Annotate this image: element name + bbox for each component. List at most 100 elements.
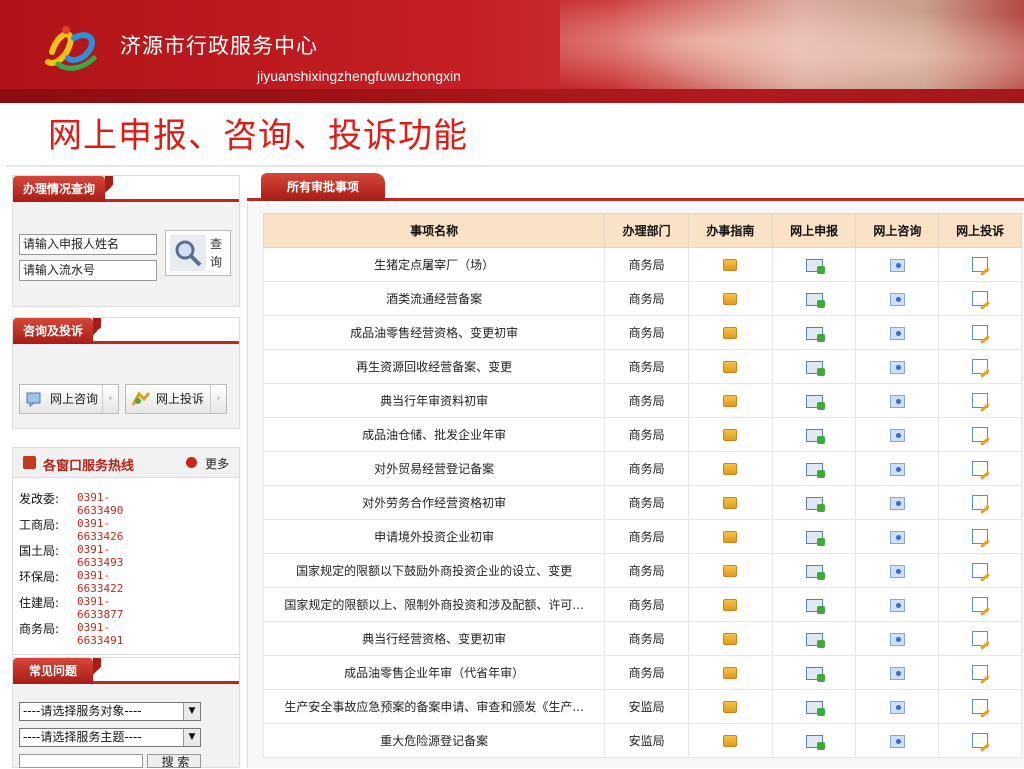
online-report-icon[interactable] — [805, 666, 825, 682]
online-report-cell[interactable] — [771, 451, 857, 486]
online-complain-icon[interactable] — [972, 495, 989, 510]
guide-icon[interactable] — [723, 259, 738, 271]
online-report-cell[interactable] — [771, 689, 857, 724]
chevron-down-icon[interactable]: ▼ — [183, 703, 200, 720]
guide-cell[interactable] — [687, 723, 773, 758]
online-consult-cell[interactable] — [855, 553, 940, 588]
guide-cell[interactable] — [687, 519, 773, 554]
online-consult-cell[interactable] — [855, 655, 940, 690]
applicant-name-input[interactable]: 请输入申报人姓名 — [19, 234, 157, 255]
online-complain-icon[interactable] — [972, 359, 989, 374]
item-name-link[interactable]: 成品油零售经营资格、变更初审 — [262, 315, 606, 350]
online-report-icon[interactable] — [805, 360, 825, 376]
guide-icon[interactable] — [723, 531, 738, 543]
guide-cell[interactable] — [687, 417, 773, 452]
online-consult-cell[interactable] — [855, 349, 940, 384]
online-report-icon[interactable] — [805, 394, 825, 410]
item-name-link[interactable]: 酒类流通经营备案 — [262, 281, 606, 316]
online-complain-cell[interactable] — [938, 519, 1022, 554]
online-report-icon[interactable] — [805, 258, 825, 274]
guide-icon[interactable] — [723, 735, 738, 747]
online-complain-icon[interactable] — [972, 257, 989, 272]
guide-icon[interactable] — [723, 599, 738, 611]
online-consult-icon[interactable] — [889, 326, 905, 340]
chevron-down-icon[interactable]: ▼ — [183, 729, 200, 746]
guide-cell[interactable] — [687, 247, 773, 282]
online-consult-cell[interactable] — [855, 383, 940, 418]
online-report-icon[interactable] — [805, 734, 825, 750]
serial-number-input[interactable]: 请输入流水号 — [19, 260, 157, 281]
guide-cell[interactable] — [687, 485, 773, 520]
guide-cell[interactable] — [687, 349, 773, 384]
online-report-cell[interactable] — [771, 247, 857, 282]
online-complain-icon[interactable] — [972, 733, 989, 748]
guide-cell[interactable] — [687, 281, 773, 316]
online-consult-button[interactable]: 网上咨询 › — [19, 384, 119, 414]
item-name-link[interactable]: 成品油仓储、批发企业年审 — [262, 417, 606, 452]
online-report-cell[interactable] — [771, 417, 857, 452]
online-report-icon[interactable] — [805, 496, 825, 512]
online-consult-cell[interactable] — [855, 417, 940, 452]
guide-cell[interactable] — [687, 621, 773, 656]
online-report-cell[interactable] — [771, 383, 857, 418]
item-name-link[interactable]: 申请境外投资企业初审 — [262, 519, 606, 554]
online-complain-cell[interactable] — [938, 315, 1022, 350]
guide-icon[interactable] — [723, 293, 738, 305]
online-complain-icon[interactable] — [972, 291, 989, 306]
online-consult-cell[interactable] — [855, 621, 940, 656]
guide-cell[interactable] — [687, 689, 773, 724]
online-report-cell[interactable] — [771, 349, 857, 384]
online-complain-button[interactable]: 网上投诉 › — [125, 384, 227, 414]
online-complain-icon[interactable] — [972, 563, 989, 578]
online-report-cell[interactable] — [771, 621, 857, 656]
online-complain-icon[interactable] — [972, 699, 989, 714]
guide-icon[interactable] — [723, 633, 738, 645]
online-report-icon[interactable] — [805, 292, 825, 308]
guide-icon[interactable] — [723, 327, 738, 339]
more-arrow-icon[interactable] — [186, 457, 197, 468]
online-complain-cell[interactable] — [938, 621, 1022, 656]
online-complain-cell[interactable] — [938, 281, 1022, 316]
online-consult-icon[interactable] — [889, 530, 905, 544]
online-complain-icon[interactable] — [972, 665, 989, 680]
item-name-link[interactable]: 对外劳务合作经营资格初审 — [262, 485, 606, 520]
online-complain-cell[interactable] — [938, 689, 1022, 724]
online-consult-icon[interactable] — [889, 258, 905, 272]
guide-cell[interactable] — [687, 655, 773, 690]
service-topic-select[interactable]: ----请选择服务主题---- ▼ — [19, 728, 201, 747]
online-consult-icon[interactable] — [889, 734, 905, 748]
online-complain-cell[interactable] — [938, 587, 1022, 622]
online-report-icon[interactable] — [805, 530, 825, 546]
online-consult-icon[interactable] — [889, 394, 905, 408]
online-complain-icon[interactable] — [972, 529, 989, 544]
online-consult-cell[interactable] — [855, 723, 940, 758]
online-report-cell[interactable] — [771, 587, 857, 622]
online-report-icon[interactable] — [805, 564, 825, 580]
online-consult-icon[interactable] — [889, 360, 905, 374]
online-report-cell[interactable] — [771, 519, 857, 554]
guide-icon[interactable] — [723, 463, 738, 475]
guide-cell[interactable] — [687, 553, 773, 588]
item-name-link[interactable]: 国家规定的限额以下鼓励外商投资企业的设立、变更 — [262, 553, 606, 588]
more-link[interactable]: 更多 — [205, 455, 229, 472]
online-consult-icon[interactable] — [889, 462, 905, 476]
online-consult-icon[interactable] — [889, 598, 905, 612]
online-consult-cell[interactable] — [855, 485, 940, 520]
online-complain-icon[interactable] — [972, 461, 989, 476]
online-complain-cell[interactable] — [938, 349, 1022, 384]
online-report-cell[interactable] — [771, 655, 857, 690]
online-consult-cell[interactable] — [855, 451, 940, 486]
online-report-icon[interactable] — [805, 326, 825, 342]
online-complain-cell[interactable] — [938, 723, 1022, 758]
online-consult-cell[interactable] — [855, 315, 940, 350]
item-name-link[interactable]: 对外贸易经营登记备案 — [262, 451, 606, 486]
faq-keyword-input[interactable] — [19, 754, 143, 768]
guide-icon[interactable] — [723, 565, 738, 577]
guide-cell[interactable] — [687, 587, 773, 622]
item-name-link[interactable]: 生猪定点屠宰厂（场） — [262, 247, 606, 282]
online-report-icon[interactable] — [805, 428, 825, 444]
online-report-icon[interactable] — [805, 700, 825, 716]
online-complain-icon[interactable] — [972, 393, 989, 408]
online-complain-cell[interactable] — [938, 383, 1022, 418]
online-consult-icon[interactable] — [889, 666, 905, 680]
